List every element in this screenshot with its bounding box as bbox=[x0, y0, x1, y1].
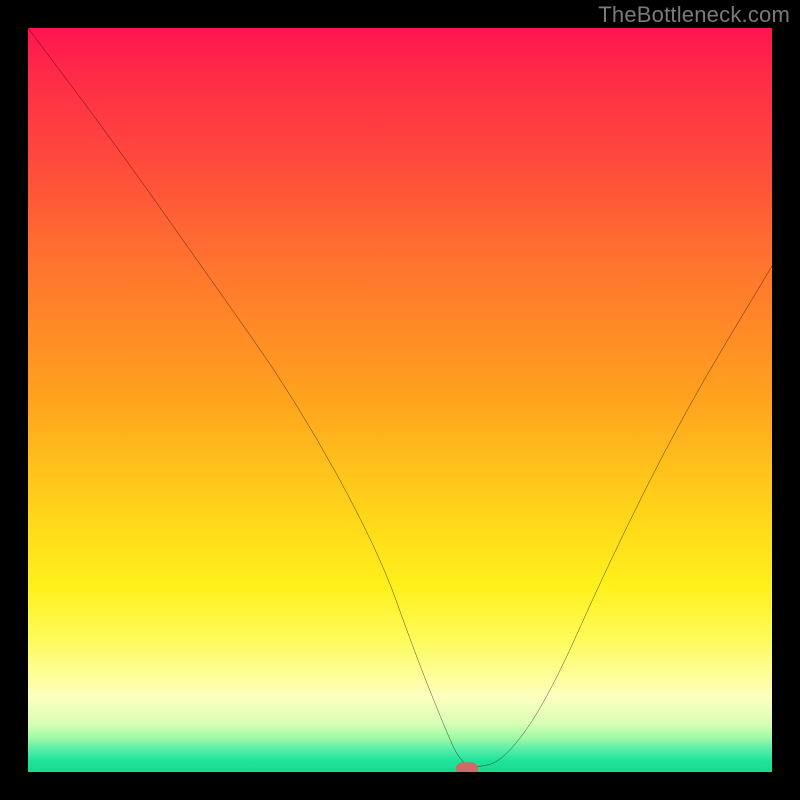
bottleneck-curve bbox=[28, 28, 772, 766]
watermark-text: TheBottleneck.com bbox=[598, 2, 790, 28]
plot-area bbox=[28, 28, 772, 772]
optimal-marker bbox=[456, 762, 478, 772]
chart-container: TheBottleneck.com bbox=[0, 0, 800, 800]
curve-svg bbox=[28, 28, 772, 772]
